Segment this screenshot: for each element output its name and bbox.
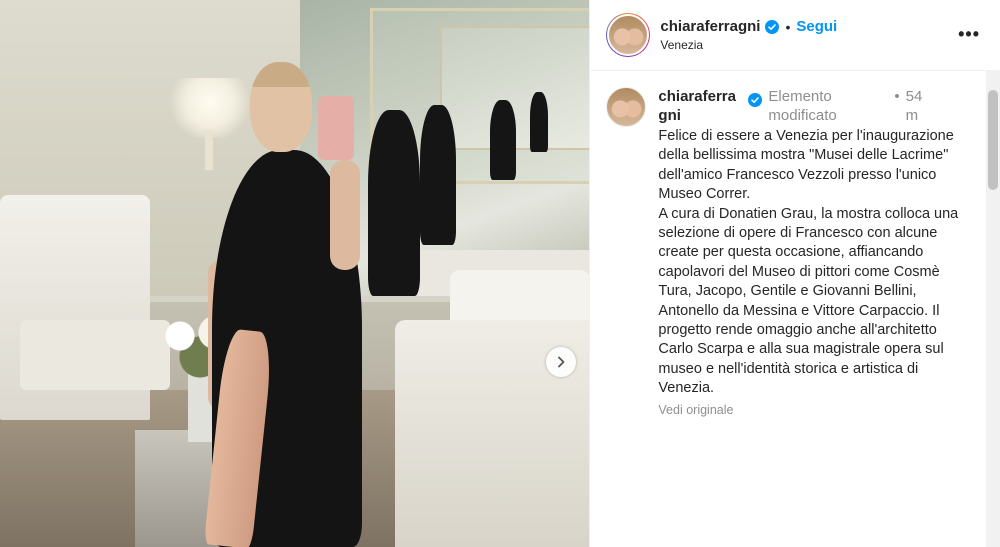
photo-reflection	[420, 105, 456, 245]
carousel-next-button[interactable]	[546, 347, 576, 377]
post-time[interactable]: 54 m	[906, 87, 934, 125]
post-side-panel: chiaraferragni • Segui Venezia ••• chiar…	[589, 0, 1000, 547]
comments-scrollbar[interactable]	[986, 70, 1000, 547]
avatar	[607, 14, 650, 56]
follow-button[interactable]: Segui	[796, 18, 837, 35]
caption-head: chiaraferragni Elemento modificato • 54 …	[658, 87, 968, 125]
caption-paragraph: A cura di Donatien Grau, la mostra collo…	[658, 205, 959, 397]
post-header: chiaraferragni • Segui Venezia •••	[590, 0, 1000, 71]
avatar[interactable]	[606, 87, 647, 127]
photo-woman-arm	[330, 160, 360, 270]
more-options-icon[interactable]: •••	[958, 24, 980, 45]
see-original-link[interactable]: Vedi originale	[658, 403, 968, 417]
instagram-post: chiaraferragni • Segui Venezia ••• chiar…	[0, 0, 1000, 547]
chevron-right-icon	[558, 356, 565, 368]
scrollbar-thumb[interactable]	[988, 90, 998, 190]
photo-woman-head	[250, 62, 312, 152]
photo-armchair-seat	[20, 320, 170, 390]
caption-body: chiaraferragni Elemento modificato • 54 …	[658, 87, 968, 417]
caption-paragraph: Felice di essere a Venezia per l'inaugur…	[658, 128, 954, 203]
verified-badge-icon	[765, 19, 780, 34]
header-separator: •	[785, 18, 791, 35]
photo-lamp-base	[205, 130, 213, 170]
photo-lamp	[170, 78, 250, 138]
header-user-row: chiaraferragni • Segui	[660, 18, 837, 35]
header-username[interactable]: chiaraferragni	[660, 18, 760, 35]
photo-phone	[318, 96, 354, 160]
caption-username[interactable]: chiaraferragni	[658, 87, 744, 125]
location-link[interactable]: Venezia	[660, 38, 837, 52]
story-ring[interactable]	[606, 13, 651, 57]
edited-label: Elemento modificato	[768, 88, 837, 124]
photo-reflection	[490, 100, 516, 180]
verified-badge-icon	[748, 93, 763, 107]
photo-reflection	[530, 92, 548, 152]
caption-comment: chiaraferragni Elemento modificato • 54 …	[590, 71, 1000, 417]
time-separator: •	[894, 88, 900, 105]
header-text: chiaraferragni • Segui Venezia	[660, 18, 837, 52]
post-photo[interactable]	[0, 0, 590, 547]
caption-text: Felice di essere a Venezia per l'inaugur…	[658, 127, 968, 399]
photo-reflection	[368, 110, 420, 296]
